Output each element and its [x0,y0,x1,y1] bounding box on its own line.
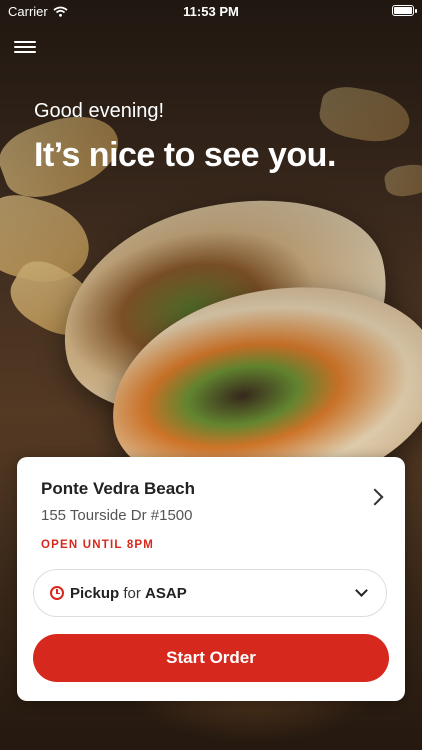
chevron-down-icon [355,584,368,597]
location-selector[interactable]: Ponte Vedra Beach 155 Tourside Dr #1500 [41,479,355,524]
status-bar: Carrier 11:53 PM [0,0,422,22]
start-order-button[interactable]: Start Order [33,634,389,682]
pickup-text: Pickup for ASAP [70,585,187,602]
hamburger-icon[interactable] [14,38,36,58]
headline-text: It’s nice to see you. [34,136,336,174]
battery-icon [392,5,417,16]
greeting-text: Good evening! [34,100,165,122]
chevron-right-icon[interactable] [366,488,384,506]
pickup-time-selector[interactable]: Pickup for ASAP [33,569,387,617]
clock-icon [50,586,64,600]
store-hours: OPEN UNTIL 8PM [41,539,155,551]
location-address: 155 Tourside Dr #1500 [41,507,193,524]
order-mode-label: Pickup [70,584,120,602]
location-card: Ponte Vedra Beach 155 Tourside Dr #1500 … [17,457,405,701]
order-mode-connector: for [123,584,141,602]
order-time-label: ASAP [145,584,187,602]
clock-time: 11:53 PM [183,4,239,19]
location-name: Ponte Vedra Beach [41,479,196,498]
